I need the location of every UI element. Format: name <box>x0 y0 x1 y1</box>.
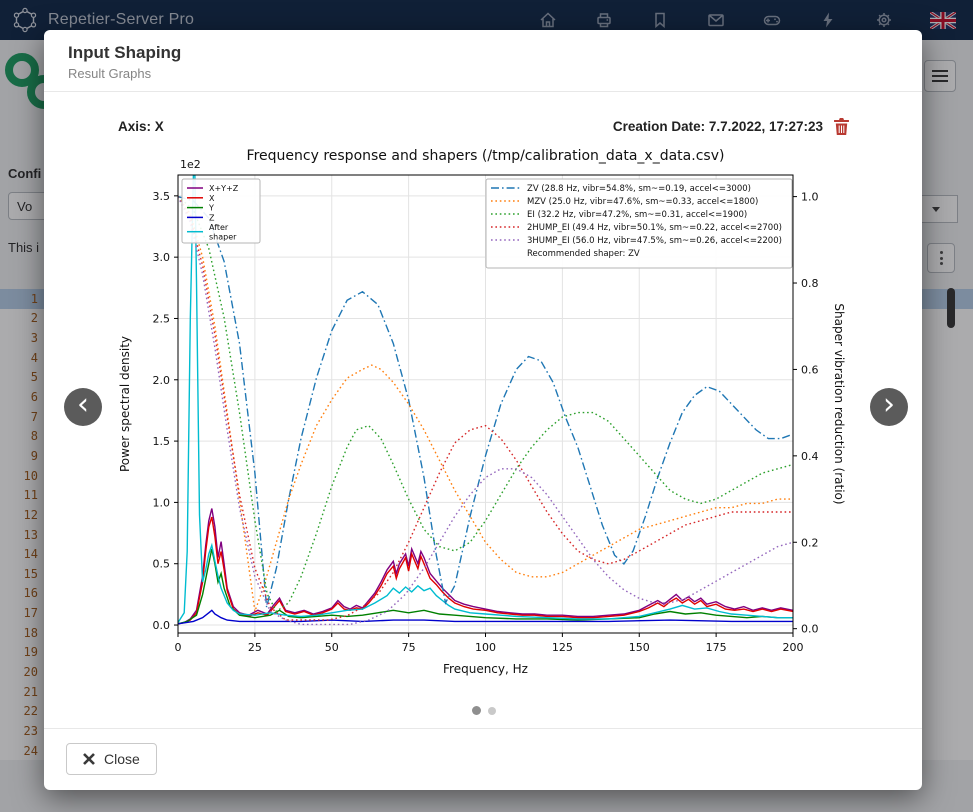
carousel-dot[interactable] <box>488 707 496 715</box>
svg-text:X: X <box>209 194 215 203</box>
graph-area: Axis: X Creation Date: 7.7.2022, 17:27:2… <box>115 114 853 715</box>
axis-label: Axis: X <box>118 119 164 134</box>
carousel-dots <box>115 706 853 715</box>
svg-text:Z: Z <box>209 213 215 222</box>
graph-meta-row: Axis: X Creation Date: 7.7.2022, 17:27:2… <box>118 114 850 138</box>
svg-text:Frequency response and shapers: Frequency response and shapers (/tmp/cal… <box>247 148 725 164</box>
svg-text:X+Y+Z: X+Y+Z <box>209 184 239 193</box>
svg-text:0.2: 0.2 <box>801 536 819 549</box>
svg-text:2.0: 2.0 <box>153 374 171 387</box>
close-icon <box>83 753 95 765</box>
svg-text:Power spectral density: Power spectral density <box>118 336 132 472</box>
creation-date-label: Creation Date: 7.7.2022, 17:27:23 <box>613 119 823 134</box>
close-button[interactable]: Close <box>66 743 157 775</box>
svg-text:2HUMP_EI (49.4 Hz, vibr=50.1%,: 2HUMP_EI (49.4 Hz, vibr=50.1%, sm~=0.22,… <box>527 223 782 233</box>
modal-footer: Close <box>44 728 922 790</box>
svg-text:2.5: 2.5 <box>153 312 171 325</box>
svg-text:ZV (28.8 Hz, vibr=54.8%, sm~=0: ZV (28.8 Hz, vibr=54.8%, sm~=0.19, accel… <box>527 184 751 194</box>
svg-text:100: 100 <box>475 641 496 654</box>
carousel-next-button[interactable]: › <box>870 388 908 426</box>
svg-text:3.0: 3.0 <box>153 251 171 264</box>
close-button-label: Close <box>104 751 140 767</box>
modal-header: Input Shaping Result Graphs <box>44 30 922 92</box>
modal-title: Input Shaping <box>68 43 898 63</box>
svg-text:25: 25 <box>248 641 262 654</box>
svg-text:MZV (25.0 Hz, vibr=47.6%, sm~=: MZV (25.0 Hz, vibr=47.6%, sm~=0.33, acce… <box>527 197 758 207</box>
svg-text:150: 150 <box>629 641 650 654</box>
svg-text:75: 75 <box>402 641 416 654</box>
delete-icon[interactable] <box>833 117 850 136</box>
svg-text:175: 175 <box>706 641 727 654</box>
svg-text:3HUMP_EI (56.0 Hz, vibr=47.5%,: 3HUMP_EI (56.0 Hz, vibr=47.5%, sm~=0.26,… <box>527 236 782 246</box>
svg-text:0.5: 0.5 <box>153 558 171 571</box>
svg-text:1.0: 1.0 <box>801 191 819 204</box>
svg-text:125: 125 <box>552 641 573 654</box>
svg-text:Frequency, Hz: Frequency, Hz <box>443 662 528 676</box>
modal-subtitle: Result Graphs <box>68 66 898 81</box>
input-shaping-modal: Input Shaping Result Graphs Axis: X Crea… <box>44 30 922 790</box>
svg-text:Recommended shaper: ZV: Recommended shaper: ZV <box>527 249 640 259</box>
svg-text:EI (32.2 Hz, vibr=47.2%, sm~=0: EI (32.2 Hz, vibr=47.2%, sm~=0.31, accel… <box>527 210 747 220</box>
svg-text:Y: Y <box>208 204 214 213</box>
svg-text:After: After <box>209 223 229 232</box>
svg-text:0.0: 0.0 <box>153 619 171 632</box>
svg-text:1.0: 1.0 <box>153 496 171 509</box>
svg-text:1e2: 1e2 <box>180 158 201 171</box>
svg-text:50: 50 <box>325 641 339 654</box>
svg-text:1.5: 1.5 <box>153 435 171 448</box>
carousel-dot[interactable] <box>472 706 481 715</box>
svg-text:0.6: 0.6 <box>801 363 819 376</box>
chevron-left-icon: ‹ <box>77 390 89 420</box>
svg-text:200: 200 <box>783 641 804 654</box>
svg-text:0.8: 0.8 <box>801 277 819 290</box>
result-graph: 0 25 50 75 100 125 150 175 200 0.0 0.5 1.0 1.5 2.0 2.5… <box>115 140 853 697</box>
svg-text:3.5: 3.5 <box>153 190 171 203</box>
svg-text:0.4: 0.4 <box>801 450 819 463</box>
svg-text:0: 0 <box>175 641 182 654</box>
chevron-right-icon: › <box>883 390 895 420</box>
frequency-response-chart: 0 25 50 75 100 125 150 175 200 0.0 0.5 1.0 1.5 2.0 2.5… <box>115 140 853 697</box>
carousel-prev-button[interactable]: ‹ <box>64 388 102 426</box>
svg-text:Shaper vibration reduction (ra: Shaper vibration reduction (ratio) <box>832 303 846 504</box>
svg-text:shaper: shaper <box>209 233 237 242</box>
svg-text:0.0: 0.0 <box>801 623 819 636</box>
